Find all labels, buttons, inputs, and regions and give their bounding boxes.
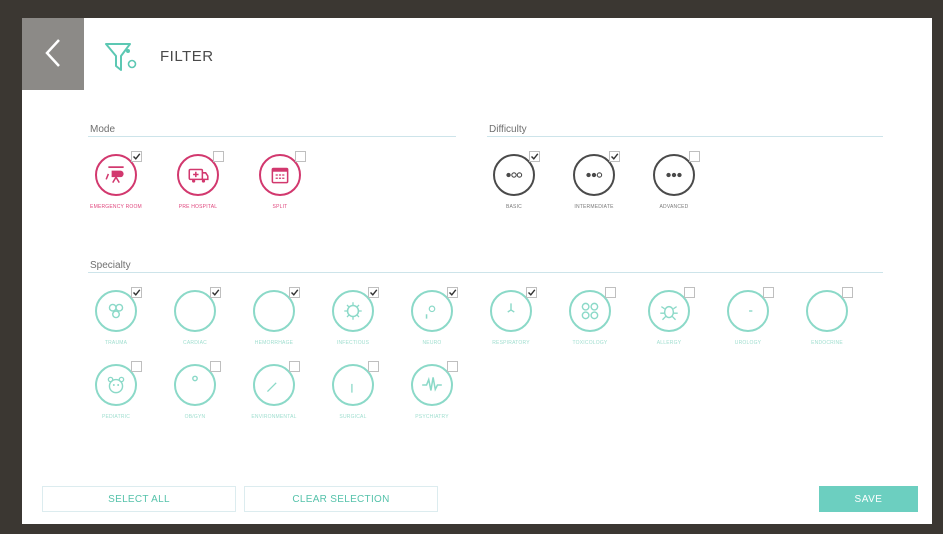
molecule-icon — [578, 299, 602, 323]
unchecked-checkbox[interactable] — [131, 361, 142, 372]
unchecked-checkbox[interactable] — [763, 287, 774, 298]
unchecked-checkbox[interactable] — [605, 287, 616, 298]
filter-option-label: PSYCHIATRY — [415, 414, 449, 420]
filter-option-label: CARDIAC — [183, 340, 207, 346]
unchecked-checkbox[interactable] — [689, 151, 700, 162]
filter-option-advanced[interactable] — [653, 151, 700, 196]
filter-option-allergy[interactable] — [648, 287, 695, 332]
unchecked-checkbox[interactable] — [447, 361, 458, 372]
helicopter-icon — [104, 163, 128, 187]
page-title: FILTER — [160, 48, 214, 65]
checked-checkbox[interactable] — [447, 287, 458, 298]
checked-checkbox[interactable] — [131, 287, 142, 298]
filter-option-respiratory[interactable] — [490, 287, 537, 332]
filter-option-label: NEURO — [422, 340, 442, 346]
checked-checkbox[interactable] — [131, 151, 142, 162]
filter-option-neuro[interactable] — [411, 287, 458, 332]
unchecked-checkbox[interactable] — [295, 151, 306, 162]
filter-option-split[interactable] — [259, 151, 306, 196]
filter-option-hemorrhage[interactable] — [253, 287, 300, 332]
filter-option-label: ADVANCED — [659, 204, 689, 210]
filter-option-environmental[interactable] — [253, 361, 300, 406]
filter-option-toxicology[interactable] — [569, 287, 616, 332]
filter-option-intermediate[interactable] — [573, 151, 620, 196]
lungs-icon — [499, 299, 523, 323]
pregnancy-icon — [183, 373, 207, 397]
filter-option-label: ALLERGY — [656, 340, 682, 346]
save-button[interactable]: SAVE — [819, 486, 918, 512]
filter-option-pediatric[interactable] — [95, 361, 142, 406]
filter-option-pre-hospital[interactable] — [177, 151, 224, 196]
back-arrow-icon — [43, 37, 63, 72]
bug-icon — [657, 299, 681, 323]
filter-option-label: INFECTIOUS — [336, 340, 370, 346]
filter-option-cardiac[interactable] — [174, 287, 221, 332]
filter-option-endocrine[interactable] — [806, 287, 853, 332]
specialty-section-divider — [88, 272, 883, 273]
calendar-icon — [268, 163, 292, 187]
specialty-section-label: Specialty — [90, 260, 131, 271]
heart-icon — [183, 299, 207, 323]
difficulty-section-divider — [487, 136, 883, 137]
filter-option-label: ENVIRONMENTAL — [251, 414, 297, 420]
filter-option-label: EMERGENCY ROOM — [90, 204, 142, 210]
filter-option-basic[interactable] — [493, 151, 540, 196]
filter-option-label: ENDOCRINE — [811, 340, 843, 346]
filter-option-label: RESPIRATORY — [492, 340, 530, 346]
unchecked-checkbox[interactable] — [842, 287, 853, 298]
blood-drop-icon — [262, 299, 286, 323]
filter-option-label: UROLOGY — [734, 340, 762, 346]
mode-section-label: Mode — [90, 124, 116, 135]
filter-option-label: SURGICAL — [339, 414, 367, 420]
filter-option-trauma[interactable] — [95, 287, 142, 332]
brain-head-icon — [420, 299, 444, 323]
difficulty-three-dots-icon — [662, 163, 686, 187]
ambulance-icon — [186, 163, 210, 187]
virus-icon — [341, 299, 365, 323]
filter-option-label: BASIC — [505, 204, 522, 210]
filter-option-label: SPLIT — [272, 204, 288, 210]
clear-selection-button[interactable]: CLEAR SELECTION — [244, 486, 438, 512]
filter-funnel-icon — [104, 40, 138, 76]
back-button[interactable] — [22, 18, 84, 90]
filter-option-ob-gyn[interactable] — [174, 361, 221, 406]
filter-option-psychiatry[interactable] — [411, 361, 458, 406]
filter-option-surgical[interactable] — [332, 361, 379, 406]
difficulty-two-dots-icon — [582, 163, 606, 187]
filter-option-urology[interactable] — [727, 287, 774, 332]
checked-checkbox[interactable] — [368, 287, 379, 298]
unchecked-checkbox[interactable] — [210, 361, 221, 372]
difficulty-section-label: Difficulty — [489, 124, 527, 135]
baby-face-icon — [104, 373, 128, 397]
unchecked-checkbox[interactable] — [684, 287, 695, 298]
filter-option-infectious[interactable] — [332, 287, 379, 332]
leaf-icon — [262, 373, 286, 397]
unchecked-checkbox[interactable] — [368, 361, 379, 372]
checked-checkbox[interactable] — [210, 287, 221, 298]
filter-option-label: OB/GYN — [184, 414, 206, 420]
thyroid-icon — [815, 299, 839, 323]
difficulty-one-dot-icon — [502, 163, 526, 187]
mode-section-divider — [88, 136, 456, 137]
checked-checkbox[interactable] — [529, 151, 540, 162]
kidney-icon — [736, 299, 760, 323]
bones-icon — [104, 299, 128, 323]
filter-option-label: INTERMEDIATE — [574, 204, 614, 210]
filter-option-label: PEDIATRIC — [101, 414, 131, 420]
filter-option-label: TRAUMA — [104, 340, 128, 346]
checked-checkbox[interactable] — [526, 287, 537, 298]
filter-option-label: HEMORRHAGE — [254, 340, 294, 346]
wave-pulse-icon — [420, 373, 444, 397]
unchecked-checkbox[interactable] — [213, 151, 224, 162]
unchecked-checkbox[interactable] — [289, 361, 300, 372]
filter-option-label: PRE HOSPITAL — [178, 204, 218, 210]
checked-checkbox[interactable] — [609, 151, 620, 162]
filter-screen: FILTER Mode Difficulty Specialty EMERGEN… — [22, 18, 932, 524]
filter-option-emergency-room[interactable] — [95, 151, 142, 196]
filter-option-label: TOXICOLOGY — [572, 340, 608, 346]
select-all-button[interactable]: SELECT ALL — [42, 486, 236, 512]
checked-checkbox[interactable] — [289, 287, 300, 298]
scalpel-icon — [341, 373, 365, 397]
